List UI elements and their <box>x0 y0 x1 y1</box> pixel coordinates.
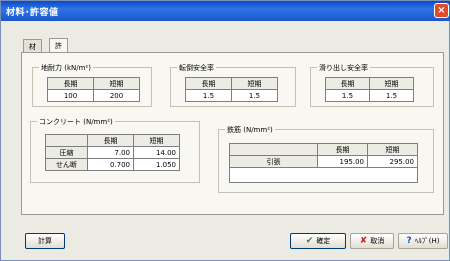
column-header-long: 長期 <box>185 77 232 90</box>
column-header-short: 短期 <box>133 134 180 147</box>
column-header-short: 短期 <box>231 77 278 90</box>
group-label: 鉄筋 (N/mm²) <box>225 125 275 135</box>
sliding-safety-table: 長期 短期 1.5 1.5 <box>325 77 414 102</box>
title-bar[interactable]: 材料･許容値 × <box>1 1 450 21</box>
bearing-short-cell[interactable]: 200 <box>93 89 140 102</box>
close-button[interactable]: × <box>434 3 449 18</box>
allowable-values-panel: 地耐力 (kN/m²) 長期 短期 100 200 転倒安全率 長期 短期 1.… <box>21 52 444 215</box>
row-header-tension: 引張 <box>229 155 318 168</box>
sliding-safety-group: 滑り出し安全率 長期 短期 1.5 1.5 <box>310 63 434 107</box>
confirm-button[interactable]: ✔ 確定 <box>290 233 346 249</box>
question-mark-icon: ? <box>406 236 412 246</box>
bearing-capacity-group: 地耐力 (kN/m²) 長期 短期 100 200 <box>32 63 152 107</box>
concrete-group: コンクリート (N/mm²) 長期 短期 圧縮 7.00 14.00 せん断 0… <box>30 117 200 183</box>
cancel-button-label: 取消 <box>370 237 385 245</box>
tab-materials[interactable]: 材料 <box>23 39 42 61</box>
tension-short-cell[interactable]: 295.00 <box>367 155 418 168</box>
shear-long-cell[interactable]: 0.700 <box>87 158 134 171</box>
window-title: 材料･許容値 <box>6 8 59 18</box>
rebar-table: 長期 短期 引張 195.00 295.00 <box>229 143 418 183</box>
group-label: コンクリート (N/mm²) <box>37 117 115 127</box>
row-header-compression: 圧縮 <box>45 146 88 159</box>
row-header-shear: せん断 <box>45 158 88 171</box>
cross-icon: ✘ <box>359 236 368 246</box>
close-icon: × <box>437 5 446 16</box>
group-label: 滑り出し安全率 <box>317 63 370 73</box>
help-button[interactable]: ? ﾍﾙﾌﾟ(H) <box>398 233 448 249</box>
calculate-button-label: 計算 <box>38 237 52 245</box>
group-label: 地耐力 (kN/m²) <box>39 63 93 73</box>
corner-cell <box>229 143 318 156</box>
dialog-window: 材料･許容値 × 材料 許容値 地耐力 (kN/m²) 長期 短期 100 20… <box>0 0 450 261</box>
overturning-safety-group: 転倒安全率 長期 短期 1.5 1.5 <box>170 63 296 107</box>
tab-allowable-values[interactable]: 許容値 <box>49 38 68 70</box>
overturning-safety-table: 長期 短期 1.5 1.5 <box>185 77 278 102</box>
column-header-short: 短期 <box>369 77 414 90</box>
confirm-button-label: 確定 <box>316 237 331 245</box>
corner-cell <box>45 134 88 147</box>
compression-long-cell[interactable]: 7.00 <box>87 146 134 159</box>
overturn-long-cell[interactable]: 1.5 <box>185 89 232 102</box>
concrete-table: 長期 短期 圧縮 7.00 14.00 せん断 0.700 1.050 <box>45 134 180 171</box>
bearing-long-cell[interactable]: 100 <box>47 89 94 102</box>
tension-long-cell[interactable]: 195.00 <box>317 155 368 168</box>
column-header-long: 長期 <box>317 143 368 156</box>
overturn-short-cell[interactable]: 1.5 <box>231 89 278 102</box>
empty-row <box>229 167 418 183</box>
rebar-group: 鉄筋 (N/mm²) 長期 短期 引張 195.00 295.00 <box>218 125 434 193</box>
checkmark-icon: ✔ <box>305 236 314 246</box>
help-button-label: ﾍﾙﾌﾟ(H) <box>414 237 440 245</box>
column-header-long: 長期 <box>325 77 370 90</box>
sliding-long-cell[interactable]: 1.5 <box>325 89 370 102</box>
column-header-long: 長期 <box>87 134 134 147</box>
group-label: 転倒安全率 <box>177 63 216 73</box>
bearing-capacity-table: 長期 短期 100 200 <box>47 77 140 102</box>
cancel-button[interactable]: ✘ 取消 <box>350 233 394 249</box>
compression-short-cell[interactable]: 14.00 <box>133 146 180 159</box>
shear-short-cell[interactable]: 1.050 <box>133 158 180 171</box>
column-header-short: 短期 <box>367 143 418 156</box>
sliding-short-cell[interactable]: 1.5 <box>369 89 414 102</box>
column-header-long: 長期 <box>47 77 94 90</box>
column-header-short: 短期 <box>93 77 140 90</box>
calculate-button[interactable]: 計算 <box>25 233 65 249</box>
